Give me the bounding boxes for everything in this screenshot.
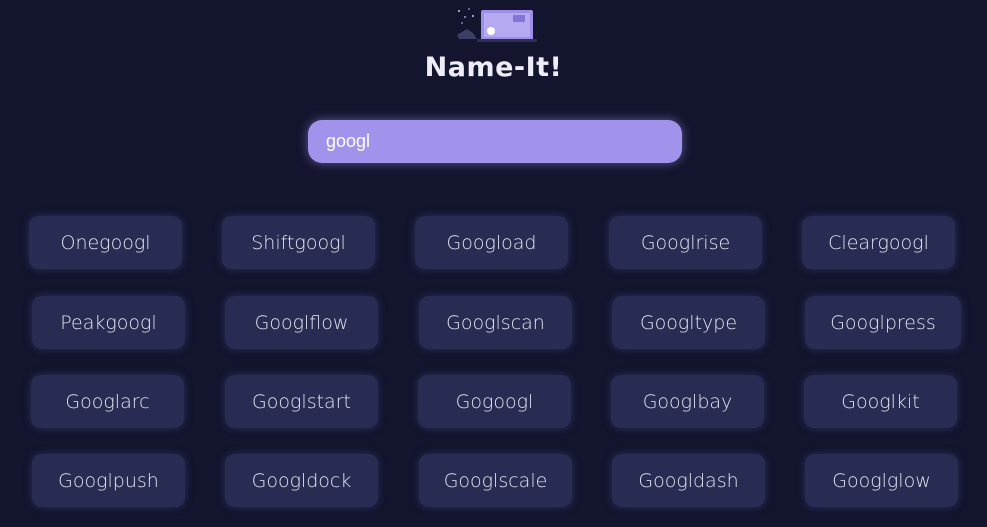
name-card[interactable]: Googlglow: [805, 454, 958, 507]
app-title: Name-It!: [424, 52, 563, 83]
name-card[interactable]: Shiftgoogl: [222, 216, 375, 269]
name-card[interactable]: Cleargoogl: [802, 216, 955, 269]
name-card[interactable]: Googlflow: [225, 296, 378, 349]
name-card[interactable]: Googlbay: [611, 375, 764, 428]
name-card[interactable]: Peakgoogl: [32, 296, 185, 349]
name-card[interactable]: Googlstart: [225, 375, 378, 428]
name-card[interactable]: Onegoogl: [29, 216, 182, 269]
name-card[interactable]: Googldash: [612, 454, 765, 507]
name-card[interactable]: Googlkit: [804, 375, 957, 428]
name-card[interactable]: Googlpress: [805, 296, 961, 349]
name-card[interactable]: Googldock: [225, 454, 378, 507]
name-card[interactable]: Googlpush: [32, 454, 185, 507]
name-card[interactable]: Googlrise: [609, 216, 762, 269]
name-card[interactable]: Googltype: [612, 296, 765, 349]
search-input[interactable]: [308, 120, 682, 163]
name-card[interactable]: Googlscan: [419, 296, 572, 349]
name-card[interactable]: Goog­load: [415, 216, 568, 269]
laptop-logo-icon: [457, 8, 537, 42]
name-card[interactable]: Googlscale: [419, 454, 572, 507]
name-card[interactable]: Gogoogl: [418, 375, 571, 428]
name-card[interactable]: Googlarc: [31, 375, 184, 428]
